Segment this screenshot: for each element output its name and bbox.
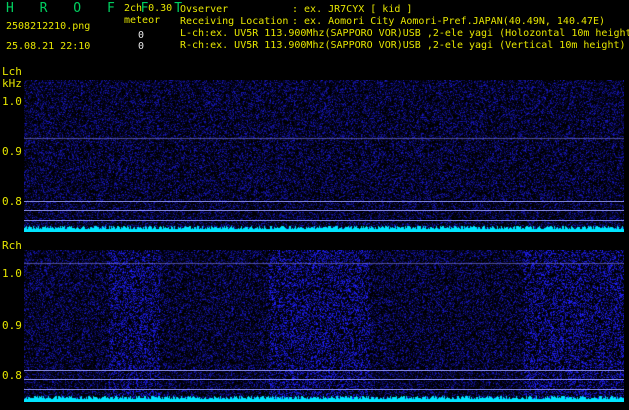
lch-marker-line (24, 220, 624, 221)
freq-unit-label: kHz (2, 77, 22, 90)
observer-label: Ovserver (180, 4, 229, 15)
freq-tick-label: 1.0 (2, 95, 22, 108)
rch-marker-line (24, 370, 624, 371)
rch-axis-label: Rch (2, 239, 22, 252)
filename: 2508212210.png (6, 21, 91, 32)
lch-axis-label: Lch (2, 65, 22, 78)
rch-receiver-info: R-ch:ex. UV5R 113.900Mhz(SAPPORO VOR)USB… (180, 40, 626, 51)
datetime: 25.08.21 22:10 (6, 41, 91, 52)
count-lch: 0 (138, 30, 145, 41)
freq-tick-label: 0.9 (2, 319, 22, 332)
location-label: Receiving Location (180, 16, 289, 27)
lch-marker-line (24, 210, 624, 211)
mode-label: 2ch 0.30 (124, 3, 173, 14)
count-rch: 0 (138, 41, 145, 52)
freq-tick-label: 0.8 (2, 369, 22, 382)
lch-receiver-info: L-ch:ex. UV5R 113.900Mhz(SAPPORO VOR)USB… (180, 28, 629, 39)
freq-tick-label: 0.8 (2, 195, 22, 208)
mode-sub-label: meteor (124, 15, 161, 26)
freq-tick-label: 1.0 (2, 267, 22, 280)
lch-marker-line (24, 201, 624, 202)
location-value: : ex. Aomori City Aomori-Pref.JAPAN(40.4… (292, 16, 606, 27)
rch-marker-line (24, 389, 624, 390)
rch-marker-line (24, 379, 624, 380)
observer-value: : ex. JR7CYX [ kid ] (292, 4, 413, 15)
freq-tick-label: 0.9 (2, 145, 22, 158)
